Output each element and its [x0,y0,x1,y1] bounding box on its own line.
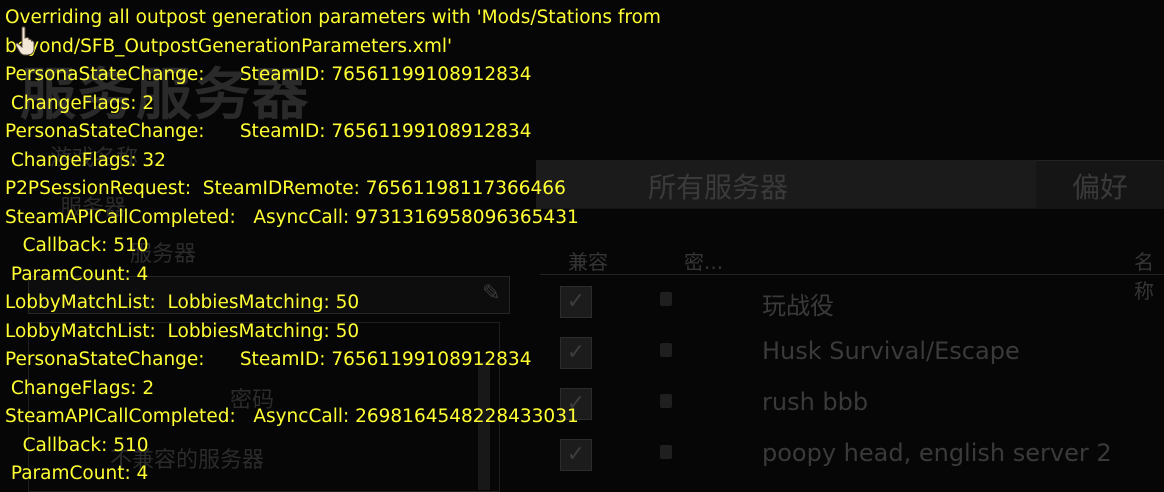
console-line: ParamCount: 4 [5,463,149,484]
console-line: ChangeFlags: 2 [5,92,155,114]
console-line: beyond/SFB_OutpostGenerationParameters.x… [5,35,453,57]
debug-console: Overriding all outpost generation parame… [5,4,1155,489]
console-line: ChangeFlags: 2 [5,377,155,399]
console-line: PersonaStateChange: SteamID: 76561199108… [5,121,532,142]
console-line: Callback: 510 [5,235,149,256]
console-line: Overriding all outpost generation parame… [5,7,661,28]
console-line: PersonaStateChange: SteamID: 76561199108… [5,349,532,370]
console-line: LobbyMatchList: LobbiesMatching: 50 [5,320,360,342]
console-line: PersonaStateChange: SteamID: 76561199108… [5,64,532,85]
console-line: LobbyMatchList: LobbiesMatching: 50 [5,292,360,313]
console-line: SteamAPICallCompleted: AsyncCall: 269816… [5,406,579,427]
console-line: P2PSessionRequest: SteamIDRemote: 765611… [5,178,566,199]
console-line: SteamAPICallCompleted: AsyncCall: 973131… [5,206,579,228]
console-line: Callback: 510 [5,434,149,456]
console-line: ChangeFlags: 32 [5,149,166,171]
hand-pointer-icon [15,26,35,56]
console-line: ParamCount: 4 [5,263,149,285]
